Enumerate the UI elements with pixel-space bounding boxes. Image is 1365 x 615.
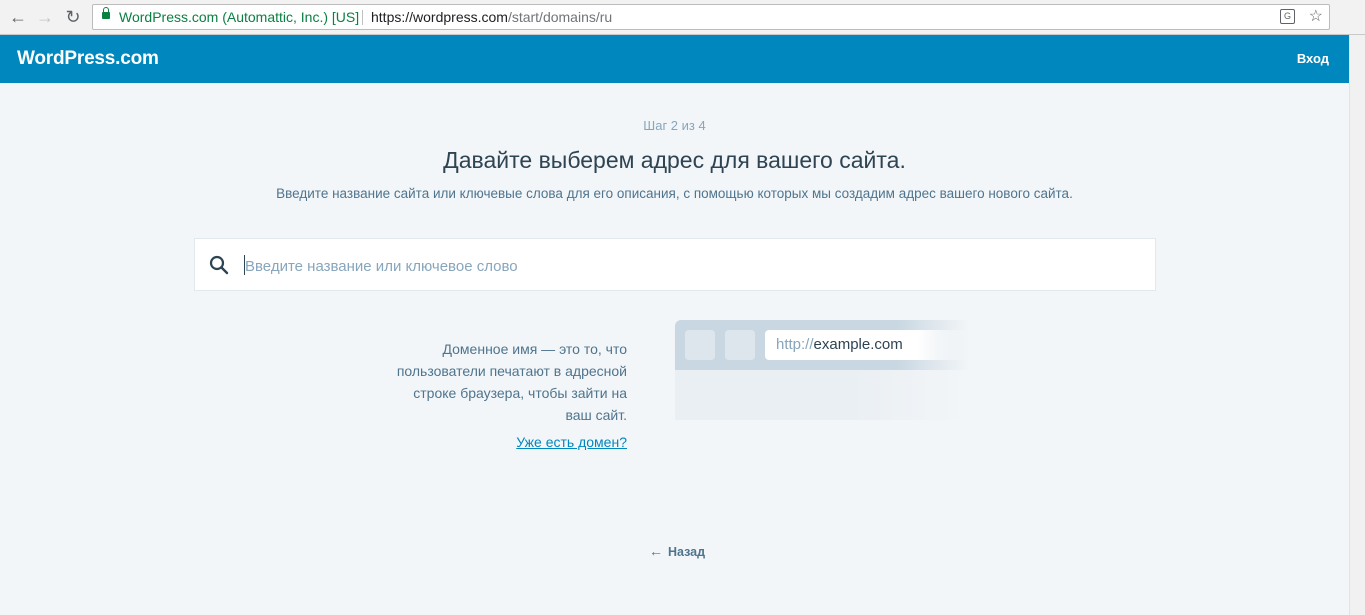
text-caret [244,255,245,275]
masterbar: WordPress.com Вход [0,35,1349,83]
already-have-domain-link[interactable]: Уже есть домен? [372,434,627,450]
domain-search-input[interactable] [243,252,1137,280]
domain-explanation: Доменное имя — это то, что пользователи … [372,338,627,426]
url-path: /start/domains/ru [507,9,613,25]
explanation-line: Доменное имя — это то, что [442,341,628,357]
translate-icon[interactable]: G [1280,9,1295,24]
illustration-body [675,370,970,420]
page-title: Давайте выберем адрес для вашего сайта. [443,147,906,173]
forward-arrow-icon[interactable]: → [35,7,55,27]
back-label: Назад [668,545,706,559]
step-indicator: Шаг 2 из 4 [643,118,706,133]
back-arrow-icon[interactable]: ← [8,7,28,27]
url-text[interactable]: https://wordpress.com/start/domains/ru [371,5,612,29]
browser-illustration: http://example.com [675,320,970,420]
address-separator [362,10,363,25]
illustration-protocol: http:// [776,336,814,353]
address-bar[interactable]: WordPress.com (Automattic, Inc.) [US] ht… [92,4,1330,30]
domain-search-box[interactable] [194,238,1156,291]
search-icon[interactable] [209,255,229,275]
bookmark-star-icon[interactable]: ☆ [1309,5,1323,29]
illustration-button [685,330,715,360]
browser-toolbar: ← → ↻ WordPress.com (Automattic, Inc.) [… [0,0,1365,35]
wordpress-logo[interactable]: WordPress.com [17,48,159,70]
page-subtitle: Введите название сайта или ключевые слов… [276,186,1073,201]
illustration-domain: example.com [813,336,903,353]
ev-certificate-label[interactable]: WordPress.com (Automattic, Inc.) [US] [119,5,359,29]
explanation-line: ваш сайт. [565,407,627,423]
arrow-left-icon: ← [649,543,663,559]
page-scrollbar[interactable] [1349,35,1365,615]
lock-icon [102,7,110,19]
url-base: https://wordpress.com [371,9,508,25]
reload-icon[interactable]: ↻ [63,7,83,27]
explanation-line: строке браузера, чтобы зайти на [413,385,627,401]
illustration-button [725,330,755,360]
login-link[interactable]: Вход [1297,51,1329,66]
explanation-line: пользователи печатают в адресной [396,363,627,379]
back-link[interactable]: ← Назад [649,543,705,559]
illustration-address: http://example.com [765,330,970,360]
